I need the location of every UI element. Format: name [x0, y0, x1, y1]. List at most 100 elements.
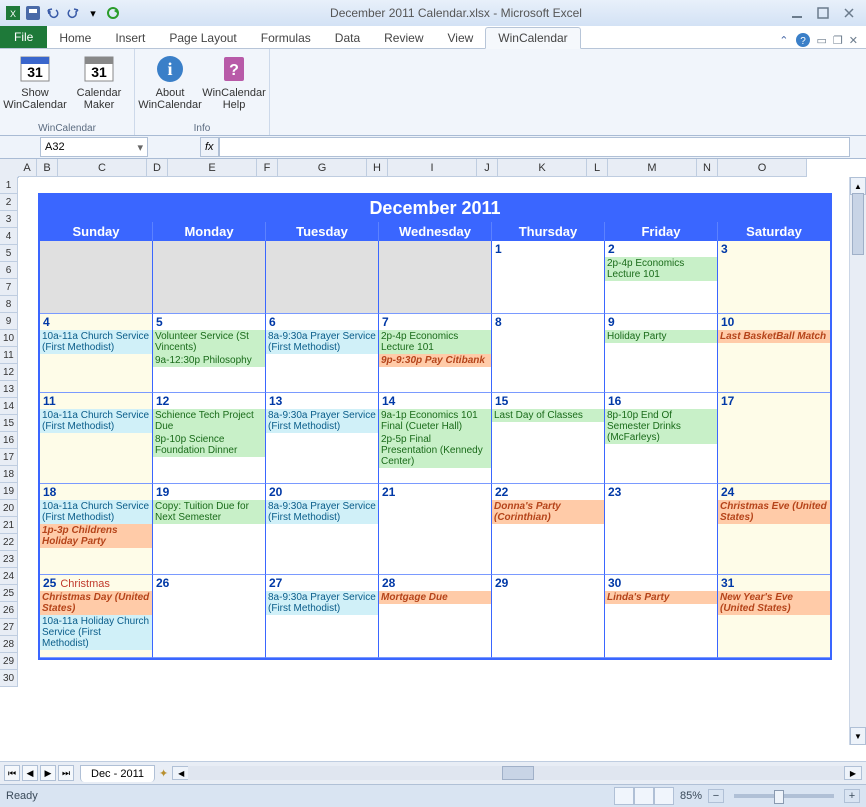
calendar-event[interactable]: 8a-9:30a Prayer Service (First Methodist…: [266, 591, 378, 615]
calendar-cell[interactable]: 1: [492, 241, 605, 314]
refresh-icon[interactable]: [104, 4, 122, 22]
calendar-cell[interactable]: 149a-1p Economics 101 Final (Cueter Hall…: [379, 393, 492, 484]
row-header-12[interactable]: 12: [0, 364, 18, 381]
calendar-cell[interactable]: 72p-4p Economics Lecture 1019p-9:30p Pay…: [379, 314, 492, 393]
calendar-event[interactable]: Christmas Day (United States): [40, 591, 152, 615]
row-header-22[interactable]: 22: [0, 534, 18, 551]
row-header-11[interactable]: 11: [0, 347, 18, 364]
calendar-event[interactable]: Volunteer Service (St Vincents): [153, 330, 265, 354]
calendar-maker-button[interactable]: 31 Calendar Maker: [68, 51, 130, 122]
calendar-event[interactable]: 2p-5p Final Presentation (Kennedy Center…: [379, 433, 491, 468]
tab-page-layout[interactable]: Page Layout: [157, 28, 248, 48]
calendar-event[interactable]: 10a-11a Holiday Church Service (First Me…: [40, 615, 152, 650]
zoom-out-button[interactable]: −: [708, 789, 724, 803]
calendar-cell[interactable]: 12Schience Tech Project Due8p-10p Scienc…: [153, 393, 266, 484]
col-header-E[interactable]: E: [168, 159, 257, 177]
col-header-M[interactable]: M: [608, 159, 697, 177]
row-header-13[interactable]: 13: [0, 381, 18, 398]
calendar-event[interactable]: 10a-11a Church Service (First Methodist): [40, 409, 152, 433]
namebox-dropdown-icon[interactable]: ▾: [137, 141, 143, 154]
calendar-cell[interactable]: 138a-9:30a Prayer Service (First Methodi…: [266, 393, 379, 484]
calendar-cell[interactable]: 23: [605, 484, 718, 575]
calendar-cell[interactable]: 22p-4p Economics Lecture 101: [605, 241, 718, 314]
calendar-cell[interactable]: 30Linda's Party: [605, 575, 718, 658]
calendar-cell[interactable]: 278a-9:30a Prayer Service (First Methodi…: [266, 575, 379, 658]
calendar-event[interactable]: 8p-10p End Of Semester Drinks (McFarleys…: [605, 409, 717, 444]
col-header-H[interactable]: H: [367, 159, 388, 177]
row-header-27[interactable]: 27: [0, 619, 18, 636]
col-header-J[interactable]: J: [477, 159, 498, 177]
calendar-event[interactable]: 8p-10p Science Foundation Dinner: [153, 433, 265, 457]
col-header-N[interactable]: N: [697, 159, 718, 177]
zoom-level[interactable]: 85%: [680, 790, 702, 802]
calendar-cell[interactable]: [266, 241, 379, 314]
calendar-cell[interactable]: 19Copy: Tuition Due for Next Semester: [153, 484, 266, 575]
col-header-C[interactable]: C: [58, 159, 147, 177]
calendar-cell[interactable]: [379, 241, 492, 314]
calendar-cell[interactable]: 168p-10p End Of Semester Drinks (McFarle…: [605, 393, 718, 484]
fx-button[interactable]: fx: [200, 137, 219, 157]
row-header-20[interactable]: 20: [0, 500, 18, 517]
scroll-down-icon[interactable]: ▼: [850, 727, 866, 745]
row-header-9[interactable]: 9: [0, 313, 18, 330]
calendar-event[interactable]: Linda's Party: [605, 591, 717, 604]
calendar-event[interactable]: 10a-11a Church Service (First Methodist): [40, 330, 152, 354]
col-header-I[interactable]: I: [388, 159, 477, 177]
row-header-2[interactable]: 2: [0, 194, 18, 211]
row-header-24[interactable]: 24: [0, 568, 18, 585]
horizontal-scrollbar[interactable]: ◀ ▶: [172, 766, 862, 780]
vertical-scrollbar[interactable]: ▲ ▼: [849, 177, 866, 745]
calendar-cell[interactable]: 410a-11a Church Service (First Methodist…: [40, 314, 153, 393]
horizontal-scroll-thumb[interactable]: [502, 766, 534, 780]
minimize-icon[interactable]: [790, 6, 804, 20]
row-header-23[interactable]: 23: [0, 551, 18, 568]
calendar-event[interactable]: 1p-3p Childrens Holiday Party: [40, 524, 152, 548]
row-header-10[interactable]: 10: [0, 330, 18, 347]
calendar-cell[interactable]: 68a-9:30a Prayer Service (First Methodis…: [266, 314, 379, 393]
sheet-nav-next-icon[interactable]: ▶: [40, 765, 56, 781]
zoom-slider[interactable]: [734, 794, 834, 798]
calendar-event[interactable]: 9p-9:30p Pay Citibank: [379, 354, 491, 367]
row-header-5[interactable]: 5: [0, 245, 18, 262]
calendar-cell[interactable]: 208a-9:30a Prayer Service (First Methodi…: [266, 484, 379, 575]
zoom-in-button[interactable]: +: [844, 789, 860, 803]
row-header-14[interactable]: 14: [0, 398, 18, 415]
tab-data[interactable]: Data: [323, 28, 372, 48]
minimize-ribbon-icon[interactable]: ⌃: [779, 34, 788, 47]
col-header-D[interactable]: D: [147, 159, 168, 177]
row-header-26[interactable]: 26: [0, 602, 18, 619]
calendar-event[interactable]: New Year's Eve (United States): [718, 591, 830, 615]
sheet-nav-prev-icon[interactable]: ◀: [22, 765, 38, 781]
name-box[interactable]: A32 ▾: [40, 137, 148, 157]
page-layout-view-button[interactable]: [634, 787, 654, 805]
calendar-cell[interactable]: 21: [379, 484, 492, 575]
calendar-cell[interactable]: [40, 241, 153, 314]
calendar-cell[interactable]: 25ChristmasChristmas Day (United States)…: [40, 575, 153, 658]
calendar-event[interactable]: Last Day of Classes: [492, 409, 604, 422]
calendar-event[interactable]: Last BasketBall Match: [718, 330, 830, 343]
new-sheet-icon[interactable]: ✦: [159, 767, 168, 780]
vertical-scroll-thumb[interactable]: [852, 193, 864, 255]
row-header-30[interactable]: 30: [0, 670, 18, 687]
col-header-L[interactable]: L: [587, 159, 608, 177]
restore-window-icon[interactable]: ❐: [833, 34, 843, 47]
undo-icon[interactable]: [44, 4, 62, 22]
row-header-18[interactable]: 18: [0, 466, 18, 483]
calendar-cell[interactable]: 31New Year's Eve (United States): [718, 575, 830, 658]
sheet-nav-last-icon[interactable]: ⏭: [58, 765, 74, 781]
row-header-1[interactable]: 1: [0, 177, 18, 194]
select-all-corner[interactable]: [0, 159, 19, 178]
col-header-O[interactable]: O: [718, 159, 807, 177]
calendar-event[interactable]: Donna's Party (Corinthian): [492, 500, 604, 524]
calendar-cell[interactable]: 24Christmas Eve (United States): [718, 484, 830, 575]
qat-dropdown-icon[interactable]: ▾: [84, 4, 102, 22]
formula-input[interactable]: [219, 137, 850, 157]
redo-icon[interactable]: [64, 4, 82, 22]
row-header-7[interactable]: 7: [0, 279, 18, 296]
calendar-cell[interactable]: 9Holiday Party: [605, 314, 718, 393]
calendar-cell[interactable]: 29: [492, 575, 605, 658]
calendar-event[interactable]: 8a-9:30a Prayer Service (First Methodist…: [266, 409, 378, 433]
calendar-cell[interactable]: 26: [153, 575, 266, 658]
calendar-cell[interactable]: 3: [718, 241, 830, 314]
wincalendar-help-button[interactable]: ? WinCalendar Help: [203, 51, 265, 122]
